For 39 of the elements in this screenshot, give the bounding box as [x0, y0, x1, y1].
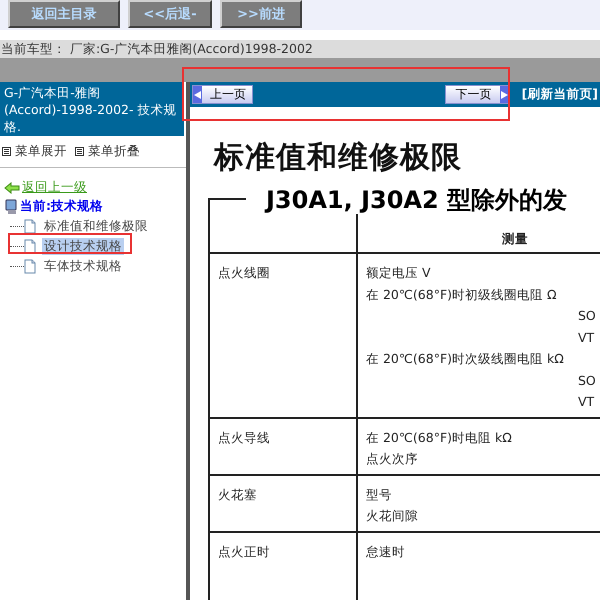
table-header-cell: 测量: [357, 214, 600, 253]
table-cell-text: 额定电压 V: [366, 264, 432, 282]
menu-link[interactable]: 菜单折叠: [75, 143, 140, 160]
table-cell-text: 点火正时: [218, 542, 271, 560]
tree-item[interactable]: 标准值和维修极限: [42, 218, 150, 234]
right-arrow-icon: [500, 90, 508, 98]
vehicle-model-text: 当前车型： 厂家:G-广汽本田雅阁(Accord)1998-2002: [0, 40, 600, 58]
table-cell-text: VT: [577, 393, 596, 411]
left-arrow-icon: [194, 90, 201, 98]
table-cell-text: 怠速时: [366, 542, 406, 560]
document-icon: [24, 258, 36, 274]
previous-page-button[interactable]: 上一页: [192, 85, 253, 104]
table-cell-text: SO: [577, 307, 597, 325]
list-icon: [75, 147, 84, 156]
tree-item[interactable]: 车体技术规格: [42, 258, 124, 274]
left-arrow-icon: [4, 182, 20, 194]
table-cell-text: VT: [577, 328, 596, 346]
refresh-link[interactable]: [刷新当前页]: [522, 86, 598, 103]
current-location-label: 当前:技术规格: [20, 198, 103, 215]
next-page-button[interactable]: 下一页: [444, 85, 510, 104]
document-subtitle: J30A1, J30A2 型除外的发: [266, 185, 568, 216]
document-icon: [24, 218, 36, 234]
table-cell-text: 在 20℃(68°F)时初级线圈电阻 Ω: [366, 286, 558, 304]
document-icon: [24, 238, 36, 254]
table-cell-text: 在 20℃(68°F)时次级线圈电阻 kΩ: [366, 350, 565, 368]
list-icon: [2, 147, 11, 156]
table-cell-text: 型号: [366, 486, 393, 504]
table-cell-text: 点火导线: [218, 428, 271, 446]
table-cell-text: 点火次序: [366, 450, 419, 468]
table-cell-text: SO: [577, 372, 597, 390]
back-link[interactable]: 返回上一级: [22, 179, 87, 196]
table-cell-text: 在 20℃(68°F)时电阻 kΩ: [366, 428, 513, 446]
table-cell-text: 火花塞: [218, 486, 258, 504]
computer-icon: [4, 198, 18, 214]
table-cell-text: 火花间隙: [366, 507, 419, 525]
sidebar-title: G-广汽本田-雅阁(Accord)-1998-2002- 技术规格.: [0, 82, 186, 136]
table-cell-text: 点火线圈: [218, 264, 271, 282]
menu-link[interactable]: 菜单展开: [2, 143, 67, 160]
document-title: 标准值和维修极限: [214, 139, 463, 177]
